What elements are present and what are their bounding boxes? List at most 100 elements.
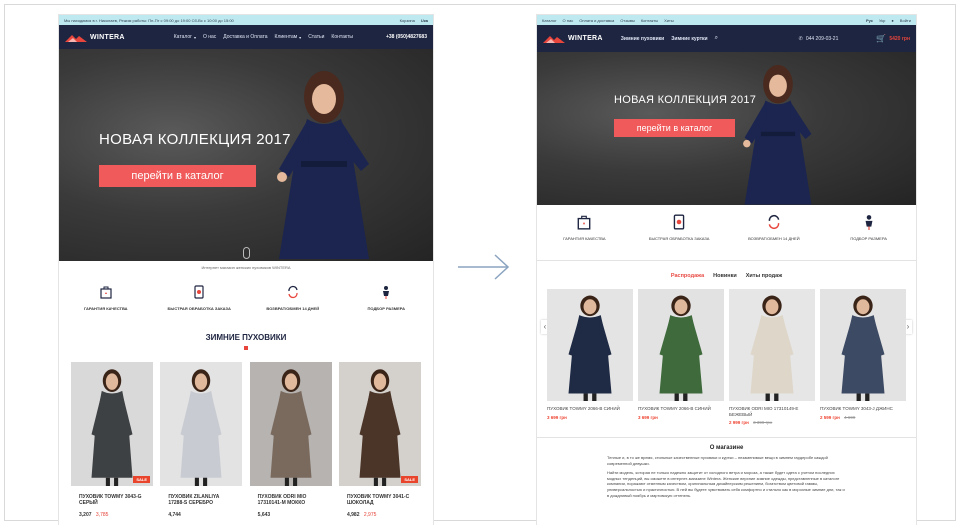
nav-item-winter-jackets[interactable]: Зимние куртки — [671, 36, 707, 42]
product-image[interactable] — [547, 289, 633, 401]
product-old-price: 3,785 — [95, 511, 109, 518]
product-price: 3,207 — [79, 511, 92, 518]
feature-return: ВОЗВРАТ/ОБМЕН 14 ДНЕЙ — [739, 214, 809, 260]
shopping-bag-icon — [576, 214, 592, 230]
hero-model-image — [277, 71, 369, 259]
product-price: 5,643 — [257, 511, 271, 518]
product-old-price: 3 399 грн — [753, 420, 773, 426]
login-link[interactable]: Войти — [900, 18, 911, 23]
phone-number[interactable]: +38 (050)4827683 — [386, 34, 427, 40]
features-row: ГАРАНТИЯ КАЧЕСТВА БЫСТРАЯ ОБРАБОТКА ЗАКА… — [59, 284, 433, 311]
hero-cta-button[interactable]: перейти в каталог — [614, 119, 735, 137]
about-section: О магазине Теплые и, в то же время, стил… — [537, 437, 916, 499]
nav-item-clients[interactable]: Клиентам — [275, 34, 298, 40]
exchange-arrows-icon — [285, 284, 301, 300]
logo[interactable]: WINTERA — [543, 34, 603, 43]
product-price: 4,982 — [346, 511, 360, 518]
product-image[interactable] — [820, 289, 906, 401]
product-price: 2 999 грн — [729, 420, 749, 426]
nav-item-contacts[interactable]: Контакты — [331, 34, 353, 40]
feature-size: ПОДБОР РАЗМЕРА — [351, 284, 421, 311]
product-old-price: 4 699 — [844, 414, 856, 420]
search-icon[interactable]: ⌕ — [715, 35, 718, 42]
product-name[interactable]: ПУХОВИК TOWMY 3043-J ДЖИНС — [820, 401, 906, 412]
phone-order-icon — [191, 284, 207, 300]
sale-badge: SALE — [401, 476, 418, 483]
nav-item-articles[interactable]: Статьи — [308, 34, 324, 40]
product-card[interactable]: ПУХОВИК TOWMY 3043-J ДЖИНС 2 599 грн 4 6… — [820, 289, 906, 425]
product-card[interactable]: SALE ПУХОВИК TOWMY 3043-G СЕРЫЙ 3,207 3,… — [71, 362, 153, 518]
product-card[interactable]: ПУХОВИК ODRI MIO 17310141-M МОККО 5,643 — [249, 362, 332, 518]
product-image[interactable]: SALE — [71, 362, 153, 486]
top-link-about[interactable]: О нас — [563, 18, 574, 23]
product-card[interactable]: SALE ПУХОВИК TOWMY 3041-C ШОКОЛАД 4,982 … — [338, 362, 421, 518]
new-site-screenshot: Каталог О нас Оплата и доставка Отзывы К… — [537, 15, 916, 525]
about-title: О магазине — [709, 445, 744, 452]
top-link-hits[interactable]: Хиты — [664, 18, 674, 23]
product-name[interactable]: ПУХОВИК TOWMY 2066-B СИНИЙ — [638, 401, 724, 412]
features-row: ГАРАНТИЯ КАЧЕСТВА БЫСТРАЯ ОБРАБОТКА ЗАКА… — [537, 205, 916, 261]
nav-item-delivery[interactable]: Доставка и Оплата — [223, 34, 267, 40]
hero-banner: НОВАЯ КОЛЛЕКЦИЯ 2017 перейти в каталог — [59, 49, 433, 261]
nav-item-winter-down[interactable]: Зимние пуховики — [621, 36, 664, 42]
cart-icon[interactable]: 🛒 — [876, 34, 886, 43]
feature-return: ВОЗВРАТ/ОБМЕН 14 ДНЕЙ — [258, 284, 328, 311]
top-link-catalog[interactable]: Каталог — [542, 18, 557, 23]
old-site-screenshot: Мы находимся в г. Николаев, Режим работы… — [59, 15, 433, 525]
exchange-arrows-icon — [766, 214, 782, 230]
cart-total[interactable]: 5420 грн — [889, 36, 910, 42]
slider-indicator[interactable] — [243, 247, 250, 259]
product-old-price: 2,975 — [363, 511, 377, 518]
hero-banner: НОВАЯ КОЛЛЕКЦИЯ 2017 перейти в каталог — [537, 52, 916, 205]
top-link-contacts[interactable]: Контакты — [641, 18, 658, 23]
mannequin-icon — [378, 284, 394, 300]
top-info-bar: Мы находимся в г. Николаев, Режим работы… — [59, 15, 433, 25]
product-card[interactable]: ПУХОВИК ODRI MIO 17310149-E БЕЖЕВЫЙ 2 99… — [729, 289, 815, 425]
mountain-logo-icon — [543, 36, 565, 43]
shopping-bag-icon — [98, 284, 114, 300]
language-select[interactable]: Uка — [421, 18, 428, 23]
product-image[interactable] — [249, 362, 332, 486]
product-name[interactable]: ПУХОВИК TOWMY 3043-G СЕРЫЙ — [71, 486, 153, 507]
product-card[interactable]: ПУХОВИК TOWMY 2066-B СИНИЙ 3 699 грн — [547, 289, 633, 425]
product-name[interactable]: ПУХОВИК TOWMY 2066-B СИНИЙ — [547, 401, 633, 412]
hero-model-image — [743, 64, 812, 205]
product-card[interactable]: ПУХОВИК TOWMY 2066-B СИНИЙ 3 699 грн — [638, 289, 724, 425]
product-card[interactable]: ПУХОВИК ZILANLIYA 17288-S СЕРЕБРО 4,744 — [160, 362, 243, 518]
hero-cta-button[interactable]: перейти в каталог — [99, 165, 256, 187]
product-name[interactable]: ПУХОВИК ODRI MIO 17310149-E БЕЖЕВЫЙ — [729, 401, 815, 417]
brand-name: WINTERA — [90, 33, 125, 41]
about-paragraph-2: Найти модель, которая не только надежно … — [607, 469, 845, 499]
main-nav: WINTERA Каталог ▾ О нас Доставка и Оплата… — [59, 25, 433, 49]
product-name[interactable]: ПУХОВИК ODRI MIO 17310141-M МОККО — [250, 486, 332, 507]
lang-ua[interactable]: Укр — [879, 18, 885, 23]
product-image[interactable] — [729, 289, 815, 401]
feature-quality: ГАРАНТИЯ КАЧЕСТВА — [71, 284, 141, 311]
product-price: 3 699 грн — [638, 414, 658, 420]
phone-number[interactable]: 044 209-03-21 — [806, 36, 839, 42]
nav-item-catalog[interactable]: Каталог — [174, 34, 192, 40]
nav-item-about[interactable]: О нас — [203, 34, 216, 40]
product-image[interactable] — [160, 362, 243, 486]
product-name[interactable]: ПУХОВИК ZILANLIYA 17288-S СЕРЕБРО — [160, 486, 242, 507]
cart-link[interactable]: Корзина — [400, 18, 415, 23]
top-link-payment[interactable]: Оплата и доставка — [579, 18, 614, 23]
mountain-logo-icon — [65, 34, 87, 42]
product-image[interactable]: SALE — [338, 362, 421, 486]
about-paragraph-1: Теплые и, в то же время, стильные качест… — [607, 455, 828, 467]
user-icon[interactable]: ● — [891, 18, 893, 23]
lang-ru[interactable]: Рус — [866, 18, 873, 23]
product-grid: SALE ПУХОВИК TOWMY 3043-G СЕРЫЙ 3,207 3,… — [59, 350, 433, 518]
logo[interactable]: WINTERA — [65, 33, 125, 42]
sale-badge: SALE — [133, 476, 150, 483]
top-link-reviews[interactable]: Отзывы — [620, 18, 635, 23]
feature-quality: ГАРАНТИЯ КАЧЕСТВА — [549, 214, 619, 260]
feature-fast-order: БЫСТРАЯ ОБРАБОТКА ЗАКАЗА — [644, 214, 714, 260]
mannequin-icon — [861, 214, 877, 230]
product-image[interactable] — [638, 289, 724, 401]
arrow-right-icon — [458, 254, 510, 280]
phone-order-icon — [671, 214, 687, 230]
feature-fast-order: БЫСТРАЯ ОБРАБОТКА ЗАКАЗА — [164, 284, 234, 311]
product-price: 3 699 грн — [547, 414, 567, 420]
product-name[interactable]: ПУХОВИК TOWMY 3041-C ШОКОЛАД — [339, 486, 421, 507]
